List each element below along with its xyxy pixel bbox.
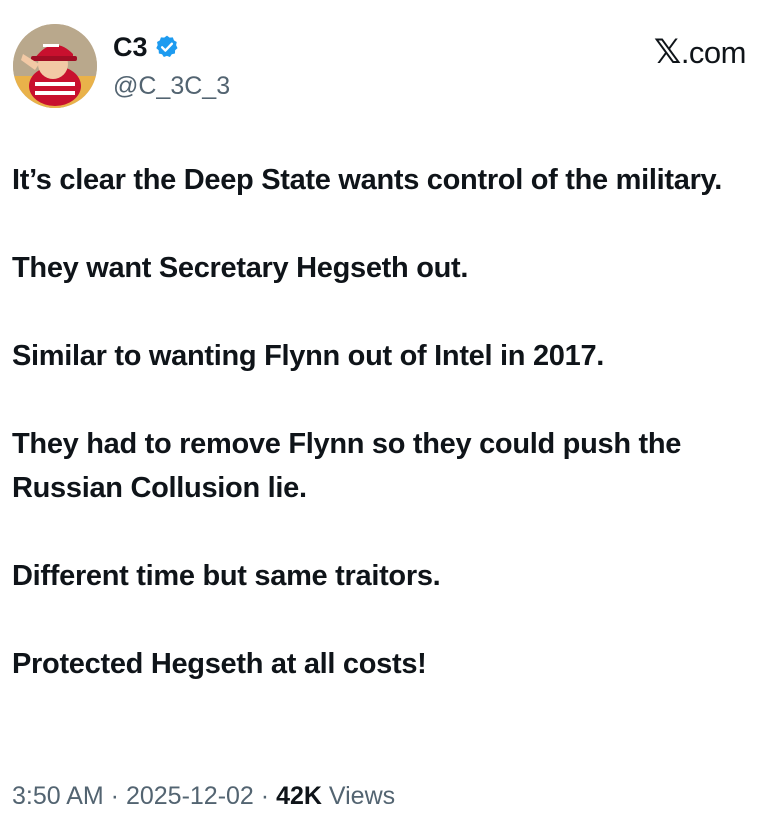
brand-label: .com (680, 35, 747, 70)
views-count: 42K (276, 782, 322, 810)
post-meta: 3:50 AM · 2025-12-02 · 42K Views (12, 780, 395, 812)
display-name[interactable]: C3 (113, 31, 180, 63)
author-handle[interactable]: @C_3C_3 (113, 71, 230, 101)
post-text: It’s clear the Deep State wants control … (12, 158, 742, 730)
post-paragraph: Protected Hegseth at all costs! (12, 648, 427, 680)
post-date[interactable]: 2025-12-02 (126, 782, 254, 810)
post-paragraph: They want Secretary Hegseth out. (12, 252, 469, 284)
post-card: C3 @C_3C_3 𝕏.com It’s clear the Deep Sta… (0, 0, 768, 824)
post-paragraph: Similar to wanting Flynn out of Intel in… (12, 340, 605, 372)
brand-link[interactable]: 𝕏.com (653, 33, 747, 71)
post-paragraph: It’s clear the Deep State wants control … (12, 164, 722, 196)
views-label: Views (321, 782, 396, 810)
post-paragraph: Different time but same traitors. (12, 560, 441, 592)
avatar-photo (13, 24, 97, 108)
x-logo-icon: 𝕏 (653, 33, 681, 71)
meta-separator: · (253, 782, 277, 810)
post-paragraph: They had to remove Flynn so they could p… (12, 428, 682, 504)
avatar[interactable] (13, 24, 97, 108)
display-name-text: C3 (113, 32, 148, 62)
meta-separator: · (103, 782, 126, 810)
post-time[interactable]: 3:50 AM (12, 782, 104, 810)
verified-badge-icon (155, 35, 178, 57)
